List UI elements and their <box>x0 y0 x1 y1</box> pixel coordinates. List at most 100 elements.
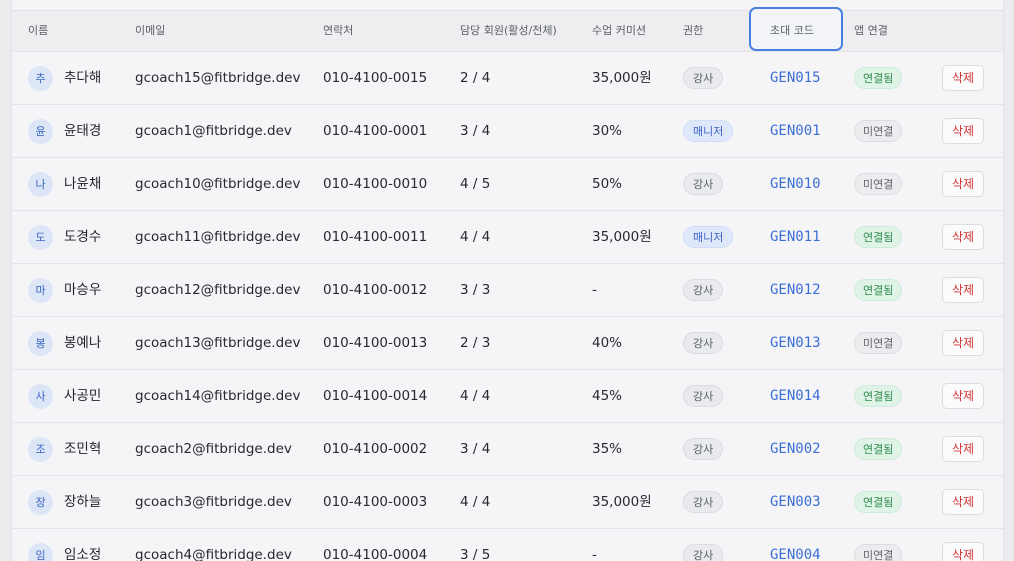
invite-code[interactable]: GEN001 <box>770 105 821 157</box>
app-status-badge: 연결됨 <box>854 491 903 513</box>
app-status-badge: 연결됨 <box>854 226 903 248</box>
header-app-link[interactable]: 앱 연결 <box>854 11 888 51</box>
coach-email: gcoach12@fitbridge.dev <box>135 282 301 298</box>
header-email[interactable]: 이메일 <box>135 11 165 51</box>
coach-members: 3 / 4 <box>460 441 491 457</box>
table-row: 도 도경수 gcoach11@fitbridge.dev 010-4100-00… <box>12 210 1003 263</box>
coach-members: 4 / 4 <box>460 494 491 510</box>
coach-members: 4 / 5 <box>460 176 491 192</box>
delete-button[interactable]: 삭제 <box>942 330 984 356</box>
coach-name: 추다해 <box>64 70 102 86</box>
avatar: 봉 <box>28 331 53 356</box>
invite-code[interactable]: GEN004 <box>770 529 821 561</box>
table-row: 마 마승우 gcoach12@fitbridge.dev 010-4100-00… <box>12 263 1003 316</box>
coach-name: 마승우 <box>64 282 102 298</box>
coach-members: 4 / 4 <box>460 388 491 404</box>
invite-code[interactable]: GEN012 <box>770 264 821 316</box>
delete-button[interactable]: 삭제 <box>942 489 984 515</box>
delete-button[interactable]: 삭제 <box>942 542 984 561</box>
invite-code[interactable]: GEN010 <box>770 158 821 210</box>
coach-members: 2 / 3 <box>460 335 491 351</box>
delete-button[interactable]: 삭제 <box>942 383 984 409</box>
app-status-badge: 연결됨 <box>854 438 903 460</box>
coach-commission: 35,000원 <box>592 70 652 86</box>
coach-email: gcoach4@fitbridge.dev <box>135 547 292 561</box>
coach-name: 조민혁 <box>64 441 102 457</box>
coach-name: 봉예나 <box>64 335 102 351</box>
app-status-badge: 미연결 <box>854 120 903 142</box>
delete-button[interactable]: 삭제 <box>942 118 984 144</box>
coach-phone: 010-4100-0014 <box>323 388 428 404</box>
coach-email: gcoach15@fitbridge.dev <box>135 70 301 86</box>
coach-commission: 45% <box>592 388 623 404</box>
coach-members: 2 / 4 <box>460 70 491 86</box>
coach-phone: 010-4100-0015 <box>323 70 428 86</box>
delete-button[interactable]: 삭제 <box>942 171 984 197</box>
invite-code[interactable]: GEN014 <box>770 370 821 422</box>
coach-commission: - <box>592 282 597 298</box>
coach-commission: 40% <box>592 335 623 351</box>
header-role[interactable]: 권한 <box>683 11 703 51</box>
avatar: 조 <box>28 437 53 462</box>
avatar: 나 <box>28 172 53 197</box>
header-phone[interactable]: 연락처 <box>323 11 353 51</box>
avatar: 임 <box>28 543 53 561</box>
table-row: 조 조민혁 gcoach2@fitbridge.dev 010-4100-000… <box>12 422 1003 475</box>
coach-commission: - <box>592 547 597 561</box>
coach-members: 3 / 3 <box>460 282 491 298</box>
invite-code[interactable]: GEN015 <box>770 52 821 104</box>
coach-phone: 010-4100-0001 <box>323 123 428 139</box>
coach-members: 3 / 4 <box>460 123 491 139</box>
header-name[interactable]: 이름 <box>28 11 48 51</box>
avatar: 추 <box>28 66 53 91</box>
role-badge: 강사 <box>683 438 724 460</box>
coach-phone: 010-4100-0004 <box>323 547 428 561</box>
coach-commission: 35,000원 <box>592 494 652 510</box>
coach-phone: 010-4100-0013 <box>323 335 428 351</box>
coach-email: gcoach14@fitbridge.dev <box>135 388 301 404</box>
header-members[interactable]: 담당 회원(활성/전체) <box>460 11 557 51</box>
coach-name: 도경수 <box>64 229 102 245</box>
avatar: 도 <box>28 225 53 250</box>
table-row: 사 사공민 gcoach14@fitbridge.dev 010-4100-00… <box>12 369 1003 422</box>
table-row: 윤 윤태경 gcoach1@fitbridge.dev 010-4100-000… <box>12 104 1003 157</box>
header-invite-code[interactable]: 초대 코드 <box>749 7 843 51</box>
coach-phone: 010-4100-0010 <box>323 176 428 192</box>
table-row: 장 장하늘 gcoach3@fitbridge.dev 010-4100-000… <box>12 475 1003 528</box>
delete-button[interactable]: 삭제 <box>942 224 984 250</box>
role-badge: 매니저 <box>683 226 734 248</box>
coach-phone: 010-4100-0011 <box>323 229 428 245</box>
coach-email: gcoach13@fitbridge.dev <box>135 335 301 351</box>
avatar: 장 <box>28 490 53 515</box>
avatar: 사 <box>28 384 53 409</box>
table-row: 봉 봉예나 gcoach13@fitbridge.dev 010-4100-00… <box>12 316 1003 369</box>
role-badge: 매니저 <box>683 120 734 142</box>
coach-name: 임소정 <box>64 547 102 561</box>
app-status-badge: 미연결 <box>854 544 903 561</box>
delete-button[interactable]: 삭제 <box>942 436 984 462</box>
invite-code[interactable]: GEN003 <box>770 476 821 528</box>
coach-members: 3 / 5 <box>460 547 491 561</box>
role-badge: 강사 <box>683 332 724 354</box>
coach-email: gcoach2@fitbridge.dev <box>135 441 292 457</box>
role-badge: 강사 <box>683 279 724 301</box>
invite-code[interactable]: GEN013 <box>770 317 821 369</box>
invite-code[interactable]: GEN002 <box>770 423 821 475</box>
coach-commission: 35% <box>592 441 623 457</box>
role-badge: 강사 <box>683 67 724 89</box>
coach-commission: 35,000원 <box>592 229 652 245</box>
coach-email: gcoach3@fitbridge.dev <box>135 494 292 510</box>
invite-code[interactable]: GEN011 <box>770 211 821 263</box>
app-status-badge: 연결됨 <box>854 385 903 407</box>
coach-commission: 50% <box>592 176 623 192</box>
delete-button[interactable]: 삭제 <box>942 65 984 91</box>
avatar: 윤 <box>28 119 53 144</box>
delete-button[interactable]: 삭제 <box>942 277 984 303</box>
table-row: 추 추다해 gcoach15@fitbridge.dev 010-4100-00… <box>12 51 1003 104</box>
coach-commission: 30% <box>592 123 623 139</box>
role-badge: 강사 <box>683 544 724 561</box>
app-status-badge: 연결됨 <box>854 279 903 301</box>
app-status-badge: 미연결 <box>854 332 903 354</box>
header-commission[interactable]: 수업 커미션 <box>592 11 646 51</box>
avatar: 마 <box>28 278 53 303</box>
